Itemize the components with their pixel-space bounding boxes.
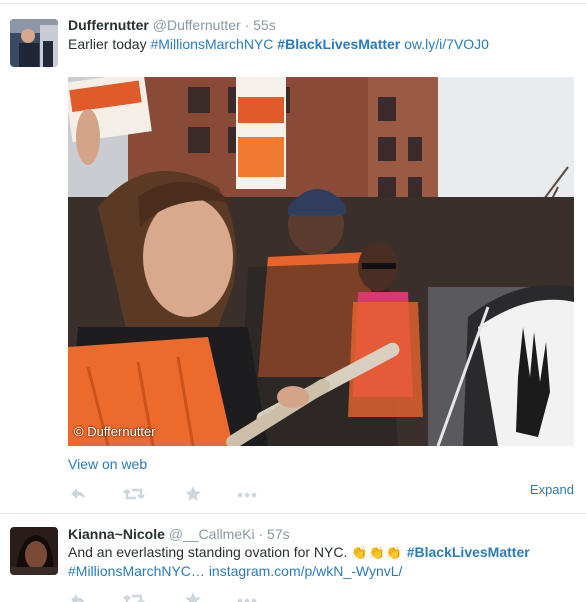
more-icon[interactable] — [236, 484, 258, 504]
view-on-web-link[interactable]: View on web — [68, 456, 147, 472]
expand-link[interactable]: Expand — [530, 482, 574, 497]
favorite-icon[interactable] — [183, 590, 205, 602]
fullname[interactable]: Kianna~Nicole — [68, 526, 165, 542]
tweet: Duffernutter @Duffernutter · 55s Earlier… — [0, 4, 586, 513]
timestamp[interactable]: 55s — [253, 17, 276, 33]
retweet-icon[interactable] — [123, 590, 145, 602]
hashtag-link[interactable]: #MillionsMarchNYC… — [68, 563, 205, 579]
separator: · — [258, 526, 264, 542]
tweet-text: Earlier today #MillionsMarchNYC #BlackLi… — [68, 35, 573, 54]
separator: · — [244, 17, 250, 33]
tweet-text: And an everlasting standing ovation for … — [68, 543, 573, 581]
retweet-icon[interactable] — [123, 484, 145, 504]
hashtag-link[interactable]: #BlackLivesMatter — [407, 544, 530, 560]
photo-credit: © Duffernutter — [74, 424, 156, 439]
tweet-text-plain: And an everlasting standing ovation for … — [68, 544, 348, 560]
clapping-hands-emoji: 👏👏👏 — [351, 545, 403, 560]
hashtag-link[interactable]: #MillionsMarchNYC — [150, 36, 273, 52]
tweet: Kianna~Nicole @__CallmeKi · 57s And an e… — [0, 514, 586, 602]
reply-icon[interactable] — [68, 484, 90, 504]
url-link[interactable]: ow.ly/i/7VOJ0 — [404, 36, 489, 52]
hashtag-link[interactable]: #BlackLivesMatter — [277, 36, 400, 52]
username[interactable]: @Duffernutter — [153, 17, 241, 33]
tweet-photo[interactable]: © Duffernutter — [68, 77, 574, 446]
avatar[interactable] — [10, 527, 58, 575]
tweet-header: Kianna~Nicole @__CallmeKi · 57s — [68, 525, 290, 543]
username[interactable]: @__CallmeKi — [169, 526, 255, 542]
tweet-header: Duffernutter @Duffernutter · 55s — [68, 16, 276, 34]
fullname[interactable]: Duffernutter — [68, 17, 149, 33]
tweet-text-plain: Earlier today — [68, 36, 147, 52]
reply-icon[interactable] — [68, 590, 90, 602]
url-link[interactable]: instagram.com/p/wkN_-WynvL/ — [209, 563, 403, 579]
more-icon[interactable] — [236, 590, 258, 602]
favorite-icon[interactable] — [183, 484, 205, 504]
timestamp[interactable]: 57s — [267, 526, 290, 542]
avatar[interactable] — [10, 19, 58, 67]
